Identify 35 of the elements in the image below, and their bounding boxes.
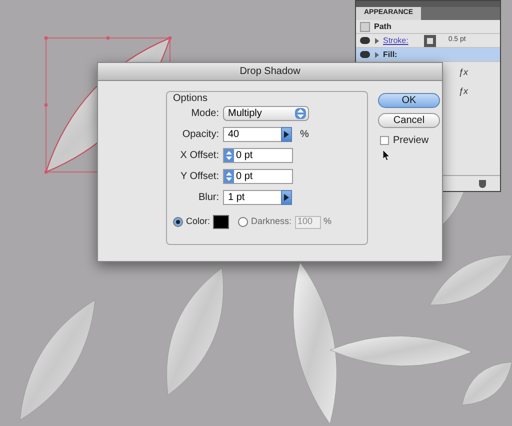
- group-title: Options: [173, 92, 208, 106]
- effects-icon[interactable]: ƒx: [458, 66, 468, 80]
- effects-icon[interactable]: ƒx: [458, 84, 468, 98]
- dialog-button[interactable]: Cancel: [378, 113, 440, 128]
- thumbnail-icon: [360, 22, 370, 32]
- dialog-title: Drop Shadow: [240, 65, 300, 79]
- appearance-row[interactable]: Path: [356, 20, 500, 34]
- unit-label: %: [300, 128, 309, 142]
- field-label: X Offset:: [179, 149, 219, 163]
- radio-label: Color:: [186, 215, 210, 228]
- appearance-row[interactable]: Fill:: [356, 48, 500, 62]
- mode-dropdown[interactable]: Multiply: [223, 106, 309, 121]
- row-label: Fill:: [383, 48, 398, 60]
- stepper-arrows-icon: [224, 149, 234, 162]
- offset-input-field[interactable]: 0 pt: [223, 169, 293, 184]
- stepper-arrows-icon: [295, 108, 306, 119]
- preview-checkbox[interactable]: [380, 136, 389, 145]
- field-label: Opacity:: [181, 128, 219, 142]
- stepper-arrows-icon: [224, 170, 234, 183]
- dialog-button[interactable]: OK: [378, 93, 440, 108]
- unit-label: %: [324, 215, 332, 228]
- disclosure-triangle-icon[interactable]: [375, 52, 379, 58]
- field-label: Y Offset:: [179, 170, 219, 184]
- row-label[interactable]: Stroke:: [383, 34, 408, 46]
- field-label: Mode:: [190, 107, 219, 121]
- stroke-swatch-icon[interactable]: [424, 34, 436, 46]
- disclosure-triangle-icon[interactable]: [375, 38, 379, 44]
- radio-label: Darkness:: [251, 215, 292, 228]
- field-label: Blur:: [197, 191, 219, 205]
- row-label: Path: [374, 20, 392, 32]
- preview-label: Preview: [393, 134, 429, 148]
- color-swatch[interactable]: [213, 215, 230, 229]
- radio-button[interactable]: [173, 217, 183, 227]
- offset-input-field[interactable]: 0 pt: [223, 148, 293, 163]
- mouse-pointer-icon: [383, 150, 390, 161]
